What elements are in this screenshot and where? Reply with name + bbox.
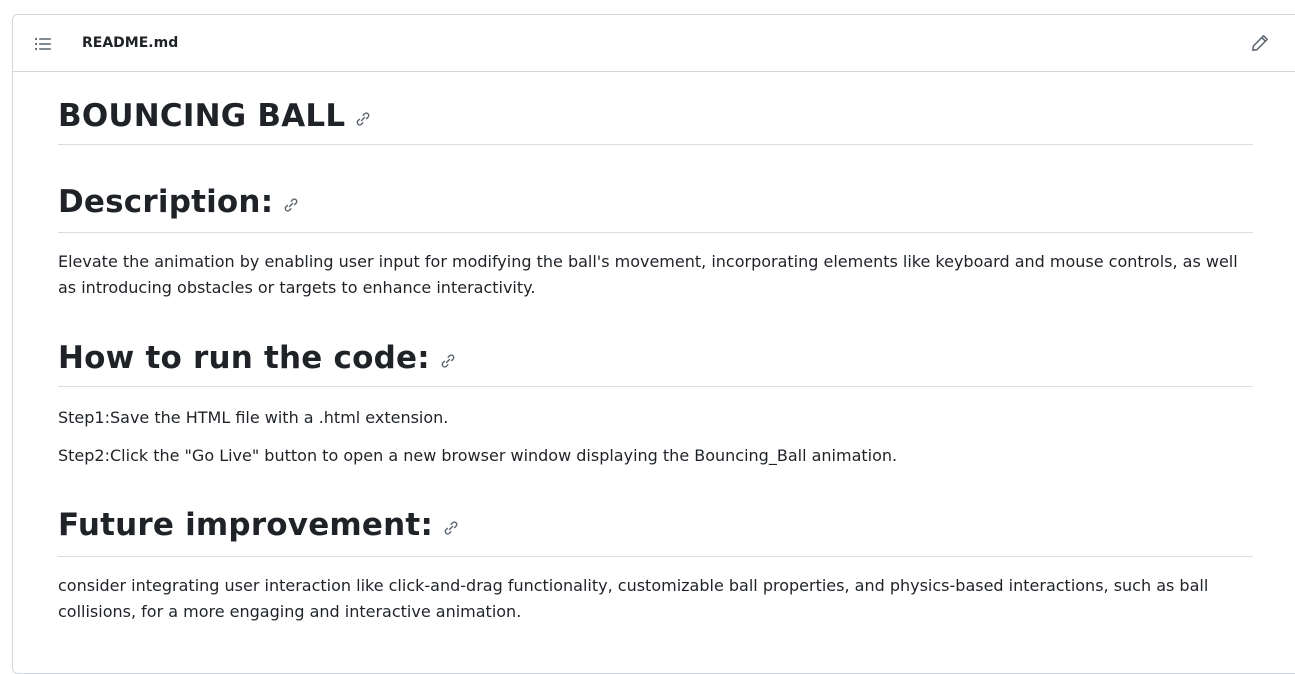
section-heading-how-to-run: How to run the code: <box>58 301 1253 387</box>
page-title-text: BOUNCING BALL <box>58 97 346 134</box>
section-heading-future-improvement: Future improvement: <box>58 469 1253 557</box>
step1-paragraph: Step1:Save the HTML file with a .html ex… <box>58 408 449 427</box>
section-heading-text: Description: <box>58 183 274 220</box>
readme-panel: README.md BOUNCING BALL Description: Ele… <box>12 14 1295 674</box>
page-title: BOUNCING BALL <box>58 71 1253 145</box>
link-icon[interactable] <box>283 197 299 213</box>
section-heading-text: Future improvement: <box>58 506 434 543</box>
step2-paragraph: Step2:Click the "Go Live" button to open… <box>58 446 898 465</box>
list-unordered-icon[interactable] <box>34 36 52 52</box>
pencil-icon[interactable] <box>1250 33 1270 53</box>
section-heading-description: Description: <box>58 145 1253 233</box>
link-icon[interactable] <box>443 520 459 536</box>
readme-article: BOUNCING BALL Description: Elevate the a… <box>58 71 1253 625</box>
file-name: README.md <box>82 35 179 51</box>
link-icon[interactable] <box>440 353 456 369</box>
future-paragraph: consider integrating user interaction li… <box>58 576 1209 621</box>
description-paragraph: Elevate the animation by enabling user i… <box>58 252 1238 297</box>
readme-header: README.md <box>13 15 1295 72</box>
section-heading-text: How to run the code: <box>58 339 430 376</box>
link-icon[interactable] <box>355 111 371 127</box>
